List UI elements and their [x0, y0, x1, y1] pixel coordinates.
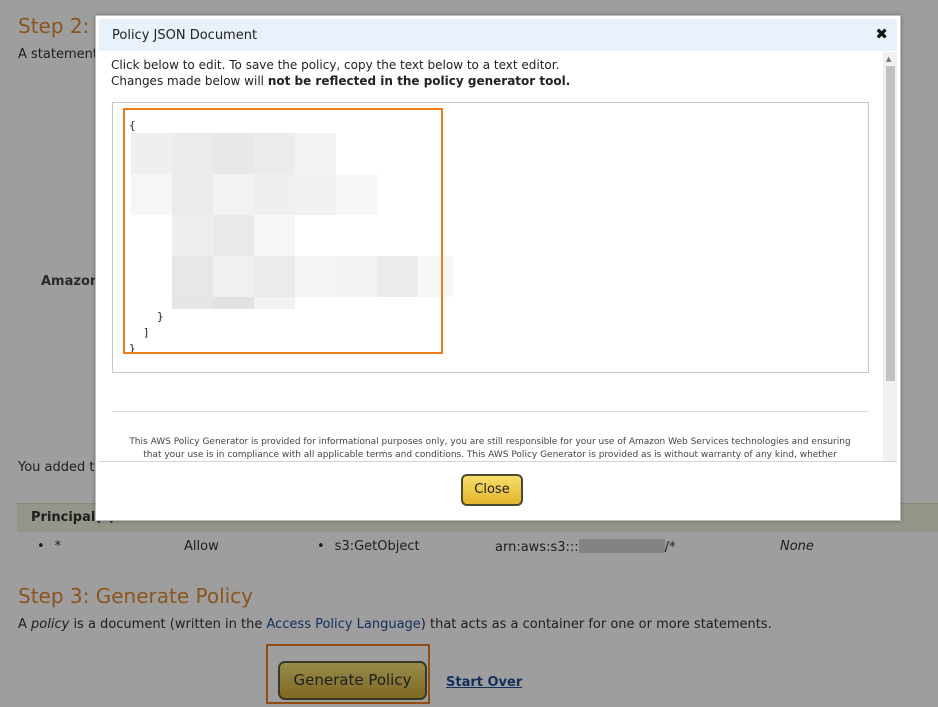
policy-json-textarea[interactable]: { } ] } — [112, 102, 869, 373]
close-icon[interactable]: ✖ — [875, 27, 888, 42]
dialog-footer: Close — [99, 461, 897, 518]
dialog-titlebar: Policy JSON Document ✖ — [99, 19, 897, 51]
dialog-scrollbar[interactable]: ▲ ▼ — [883, 52, 897, 470]
scroll-up-icon[interactable]: ▲ — [886, 55, 891, 63]
policy-json-dialog: Policy JSON Document ✖ Click below to ed… — [95, 15, 901, 521]
instruction-text: Changes made below will — [111, 74, 268, 88]
disclaimer-text: This AWS Policy Generator is provided fo… — [129, 437, 851, 460]
close-button[interactable]: Close — [461, 474, 523, 506]
instruction-warning: not be reflected in the policy generator… — [267, 74, 571, 88]
divider — [112, 411, 869, 412]
instruction-line-2: Changes made below will not be reflected… — [111, 73, 570, 89]
json-highlight-box — [123, 108, 443, 354]
instruction-line-1: Click below to edit. To save the policy,… — [111, 58, 560, 72]
dialog-instructions: Click below to edit. To save the policy,… — [111, 57, 570, 89]
dialog-title: Policy JSON Document — [112, 28, 258, 43]
scrollbar-thumb[interactable] — [886, 66, 895, 381]
dialog-body[interactable]: Click below to edit. To save the policy,… — [99, 52, 897, 470]
